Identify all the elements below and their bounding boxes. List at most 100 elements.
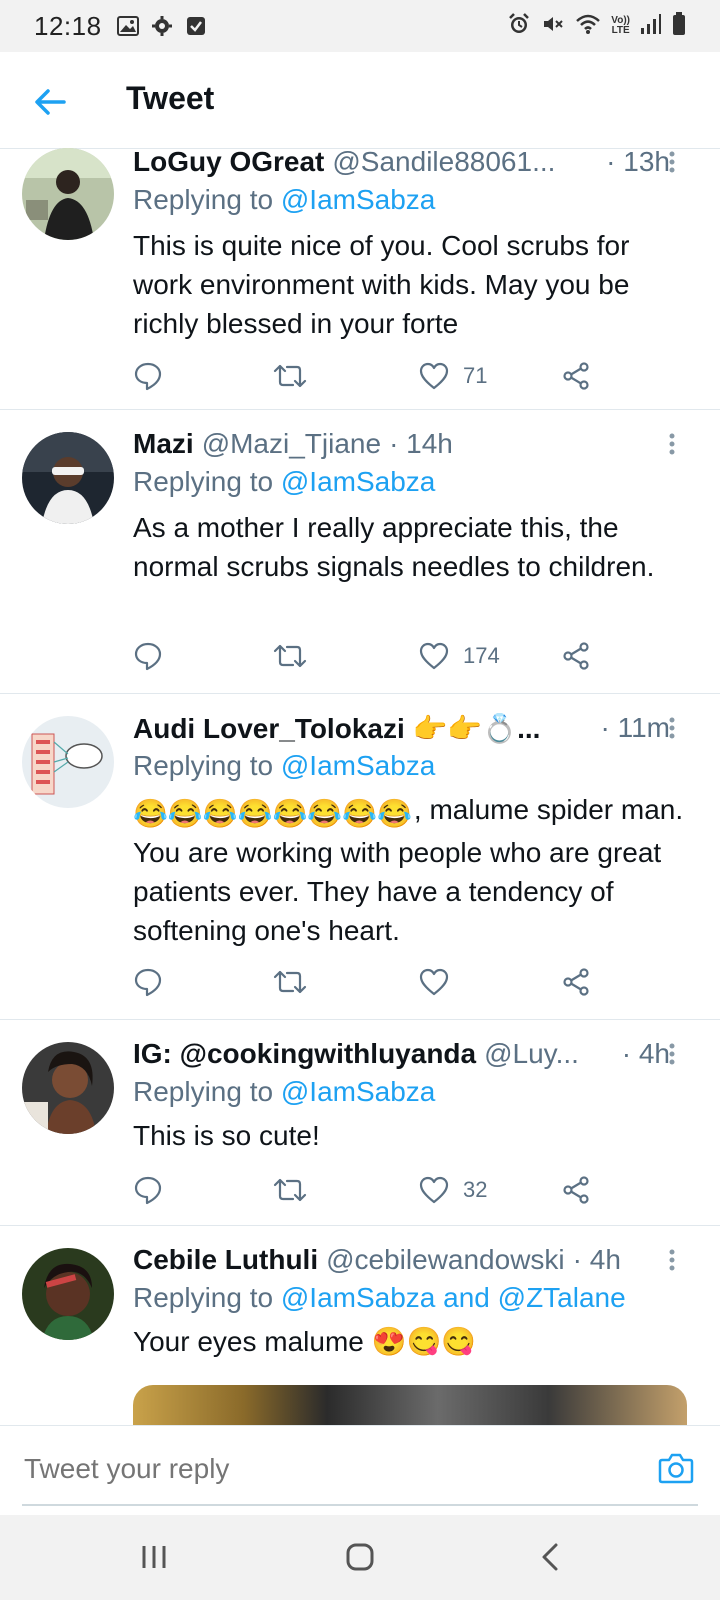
volte-icon: Vo)) LTE bbox=[611, 16, 630, 36]
back-arrow-button[interactable] bbox=[30, 82, 70, 122]
display-name[interactable]: IG: @cookingwithluyanda bbox=[133, 1038, 476, 1070]
share-button[interactable] bbox=[561, 962, 591, 1002]
tweet-time: · 14h bbox=[389, 428, 453, 459]
tweet-header: LoGuy OGreat @Sandile88061... · 13h bbox=[133, 148, 670, 180]
reply-icon bbox=[134, 1176, 162, 1205]
heart-icon bbox=[419, 1176, 449, 1204]
like-button[interactable] bbox=[419, 962, 463, 1002]
tweet[interactable]: IG: @cookingwithluyanda @Luy... · 4h Rep… bbox=[0, 1020, 720, 1226]
reply-button[interactable] bbox=[133, 356, 163, 396]
share-icon bbox=[563, 362, 589, 390]
share-button[interactable] bbox=[561, 636, 591, 676]
replies-feed[interactable]: LoGuy OGreat @Sandile88061... · 13h Repl… bbox=[0, 148, 720, 1425]
tweet-text: This is quite nice of you. Cool scrubs f… bbox=[133, 230, 630, 339]
tweet[interactable]: Audi Lover_Tolokazi 👉👉💍... · 11m Replyin… bbox=[0, 694, 720, 1020]
wifi-icon bbox=[575, 13, 601, 40]
camera-button[interactable] bbox=[656, 1448, 696, 1488]
tweet[interactable]: LoGuy OGreat @Sandile88061... · 13h Repl… bbox=[0, 148, 720, 410]
reply-button[interactable] bbox=[133, 636, 163, 676]
tweet[interactable]: Mazi @Mazi_Tjiane · 14h Replying to @Iam… bbox=[0, 410, 720, 694]
retweet-icon bbox=[273, 1178, 307, 1202]
reply-icon bbox=[134, 362, 162, 391]
tweet-text: This is so cute! bbox=[133, 1120, 320, 1151]
back-chevron-icon bbox=[542, 1543, 558, 1571]
like-count: 32 bbox=[463, 1177, 488, 1202]
retweet-icon bbox=[273, 970, 307, 994]
user-handle[interactable]: @Sandile88061... bbox=[332, 148, 555, 178]
user-handle[interactable]: @cebilewandowski bbox=[326, 1244, 565, 1276]
like-count: 71 bbox=[463, 363, 488, 388]
tweet-actions: 71 bbox=[133, 356, 633, 396]
heart-icon bbox=[419, 642, 449, 670]
tweet-header: Cebile Luthuli @cebilewandowski · 4h bbox=[133, 1242, 670, 1278]
mention-link[interactable]: @IamSabza bbox=[281, 466, 436, 497]
replying-to: Replying to @IamSabza bbox=[133, 750, 435, 782]
emoji-sequence: 😂😂😂😂😂😂😂😂 bbox=[133, 798, 412, 829]
like-button[interactable]: 32 bbox=[419, 1170, 487, 1210]
home-icon bbox=[346, 1543, 374, 1571]
display-name[interactable]: Audi Lover_Tolokazi 👉👉💍... bbox=[133, 712, 540, 745]
tweet-actions: 174 bbox=[133, 636, 633, 676]
avatar[interactable] bbox=[22, 432, 114, 524]
display-name[interactable]: LoGuy OGreat bbox=[133, 148, 324, 178]
display-name[interactable]: Mazi bbox=[133, 428, 194, 460]
mention-link[interactable]: @IamSabza bbox=[281, 750, 436, 781]
like-button[interactable]: 71 bbox=[419, 356, 487, 396]
retweet-button[interactable] bbox=[273, 1170, 307, 1210]
display-name[interactable]: Cebile Luthuli bbox=[133, 1244, 318, 1276]
tweet-text: As a mother I really appreciate this, th… bbox=[133, 512, 655, 582]
more-options-button[interactable] bbox=[660, 1036, 684, 1072]
tweet-text: 😂😂😂😂😂😂😂😂, malume spider man. You are wor… bbox=[133, 790, 693, 950]
more-options-button[interactable] bbox=[660, 426, 684, 462]
retweet-button[interactable] bbox=[273, 636, 307, 676]
reply-input[interactable] bbox=[22, 1446, 626, 1492]
home-button[interactable] bbox=[336, 1535, 384, 1579]
replying-to-label: Replying to bbox=[133, 750, 281, 781]
avatar[interactable] bbox=[22, 1248, 114, 1340]
avatar[interactable] bbox=[22, 1042, 114, 1134]
more-options-button[interactable] bbox=[660, 710, 684, 746]
mention-link[interactable]: @IamSabza and @ZTalane bbox=[281, 1282, 626, 1313]
retweet-icon bbox=[273, 364, 307, 388]
reply-input-underline bbox=[22, 1504, 698, 1506]
tweet-media-image[interactable] bbox=[133, 1385, 687, 1425]
retweet-button[interactable] bbox=[273, 356, 307, 396]
reply-button[interactable] bbox=[133, 1170, 163, 1210]
battery-icon bbox=[672, 11, 686, 41]
reply-button[interactable] bbox=[133, 962, 163, 1002]
gear-icon bbox=[150, 14, 174, 38]
more-vertical-icon bbox=[669, 717, 675, 739]
tweet-header: Mazi @Mazi_Tjiane · 14h bbox=[133, 426, 670, 462]
image-icon bbox=[116, 14, 140, 38]
reply-composer bbox=[0, 1425, 720, 1516]
avatar[interactable] bbox=[22, 148, 114, 240]
tweet[interactable]: Cebile Luthuli @cebilewandowski · 4h Rep… bbox=[0, 1226, 720, 1425]
heart-icon bbox=[419, 362, 449, 390]
more-vertical-icon bbox=[669, 433, 675, 455]
like-button[interactable]: 174 bbox=[419, 636, 500, 676]
share-button[interactable] bbox=[561, 356, 591, 396]
replying-to: Replying to @IamSabza and @ZTalane bbox=[133, 1282, 626, 1314]
top-app-bar: Tweet bbox=[0, 52, 720, 149]
tweet-actions: 32 bbox=[133, 1170, 633, 1210]
retweet-button[interactable] bbox=[273, 962, 307, 1002]
reply-icon bbox=[134, 968, 162, 997]
mention-link[interactable]: @IamSabza bbox=[281, 184, 436, 215]
replying-to-label: Replying to bbox=[133, 184, 281, 215]
mute-icon bbox=[541, 12, 565, 41]
heart-icon bbox=[419, 968, 449, 996]
more-options-button[interactable] bbox=[660, 148, 684, 180]
tweet-actions bbox=[133, 962, 633, 1002]
share-icon bbox=[563, 642, 589, 670]
page-title: Tweet bbox=[126, 80, 215, 116]
avatar[interactable] bbox=[22, 716, 114, 808]
share-button[interactable] bbox=[561, 1170, 591, 1210]
recents-button[interactable] bbox=[130, 1535, 178, 1579]
replying-to: Replying to @IamSabza bbox=[133, 1076, 435, 1108]
mention-link[interactable]: @IamSabza bbox=[281, 1076, 436, 1107]
user-handle[interactable]: @Luy... bbox=[484, 1038, 579, 1070]
more-options-button[interactable] bbox=[660, 1242, 684, 1278]
reply-icon bbox=[134, 642, 162, 671]
user-handle[interactable]: @Mazi_Tjiane bbox=[202, 428, 381, 460]
back-button[interactable] bbox=[526, 1535, 574, 1579]
